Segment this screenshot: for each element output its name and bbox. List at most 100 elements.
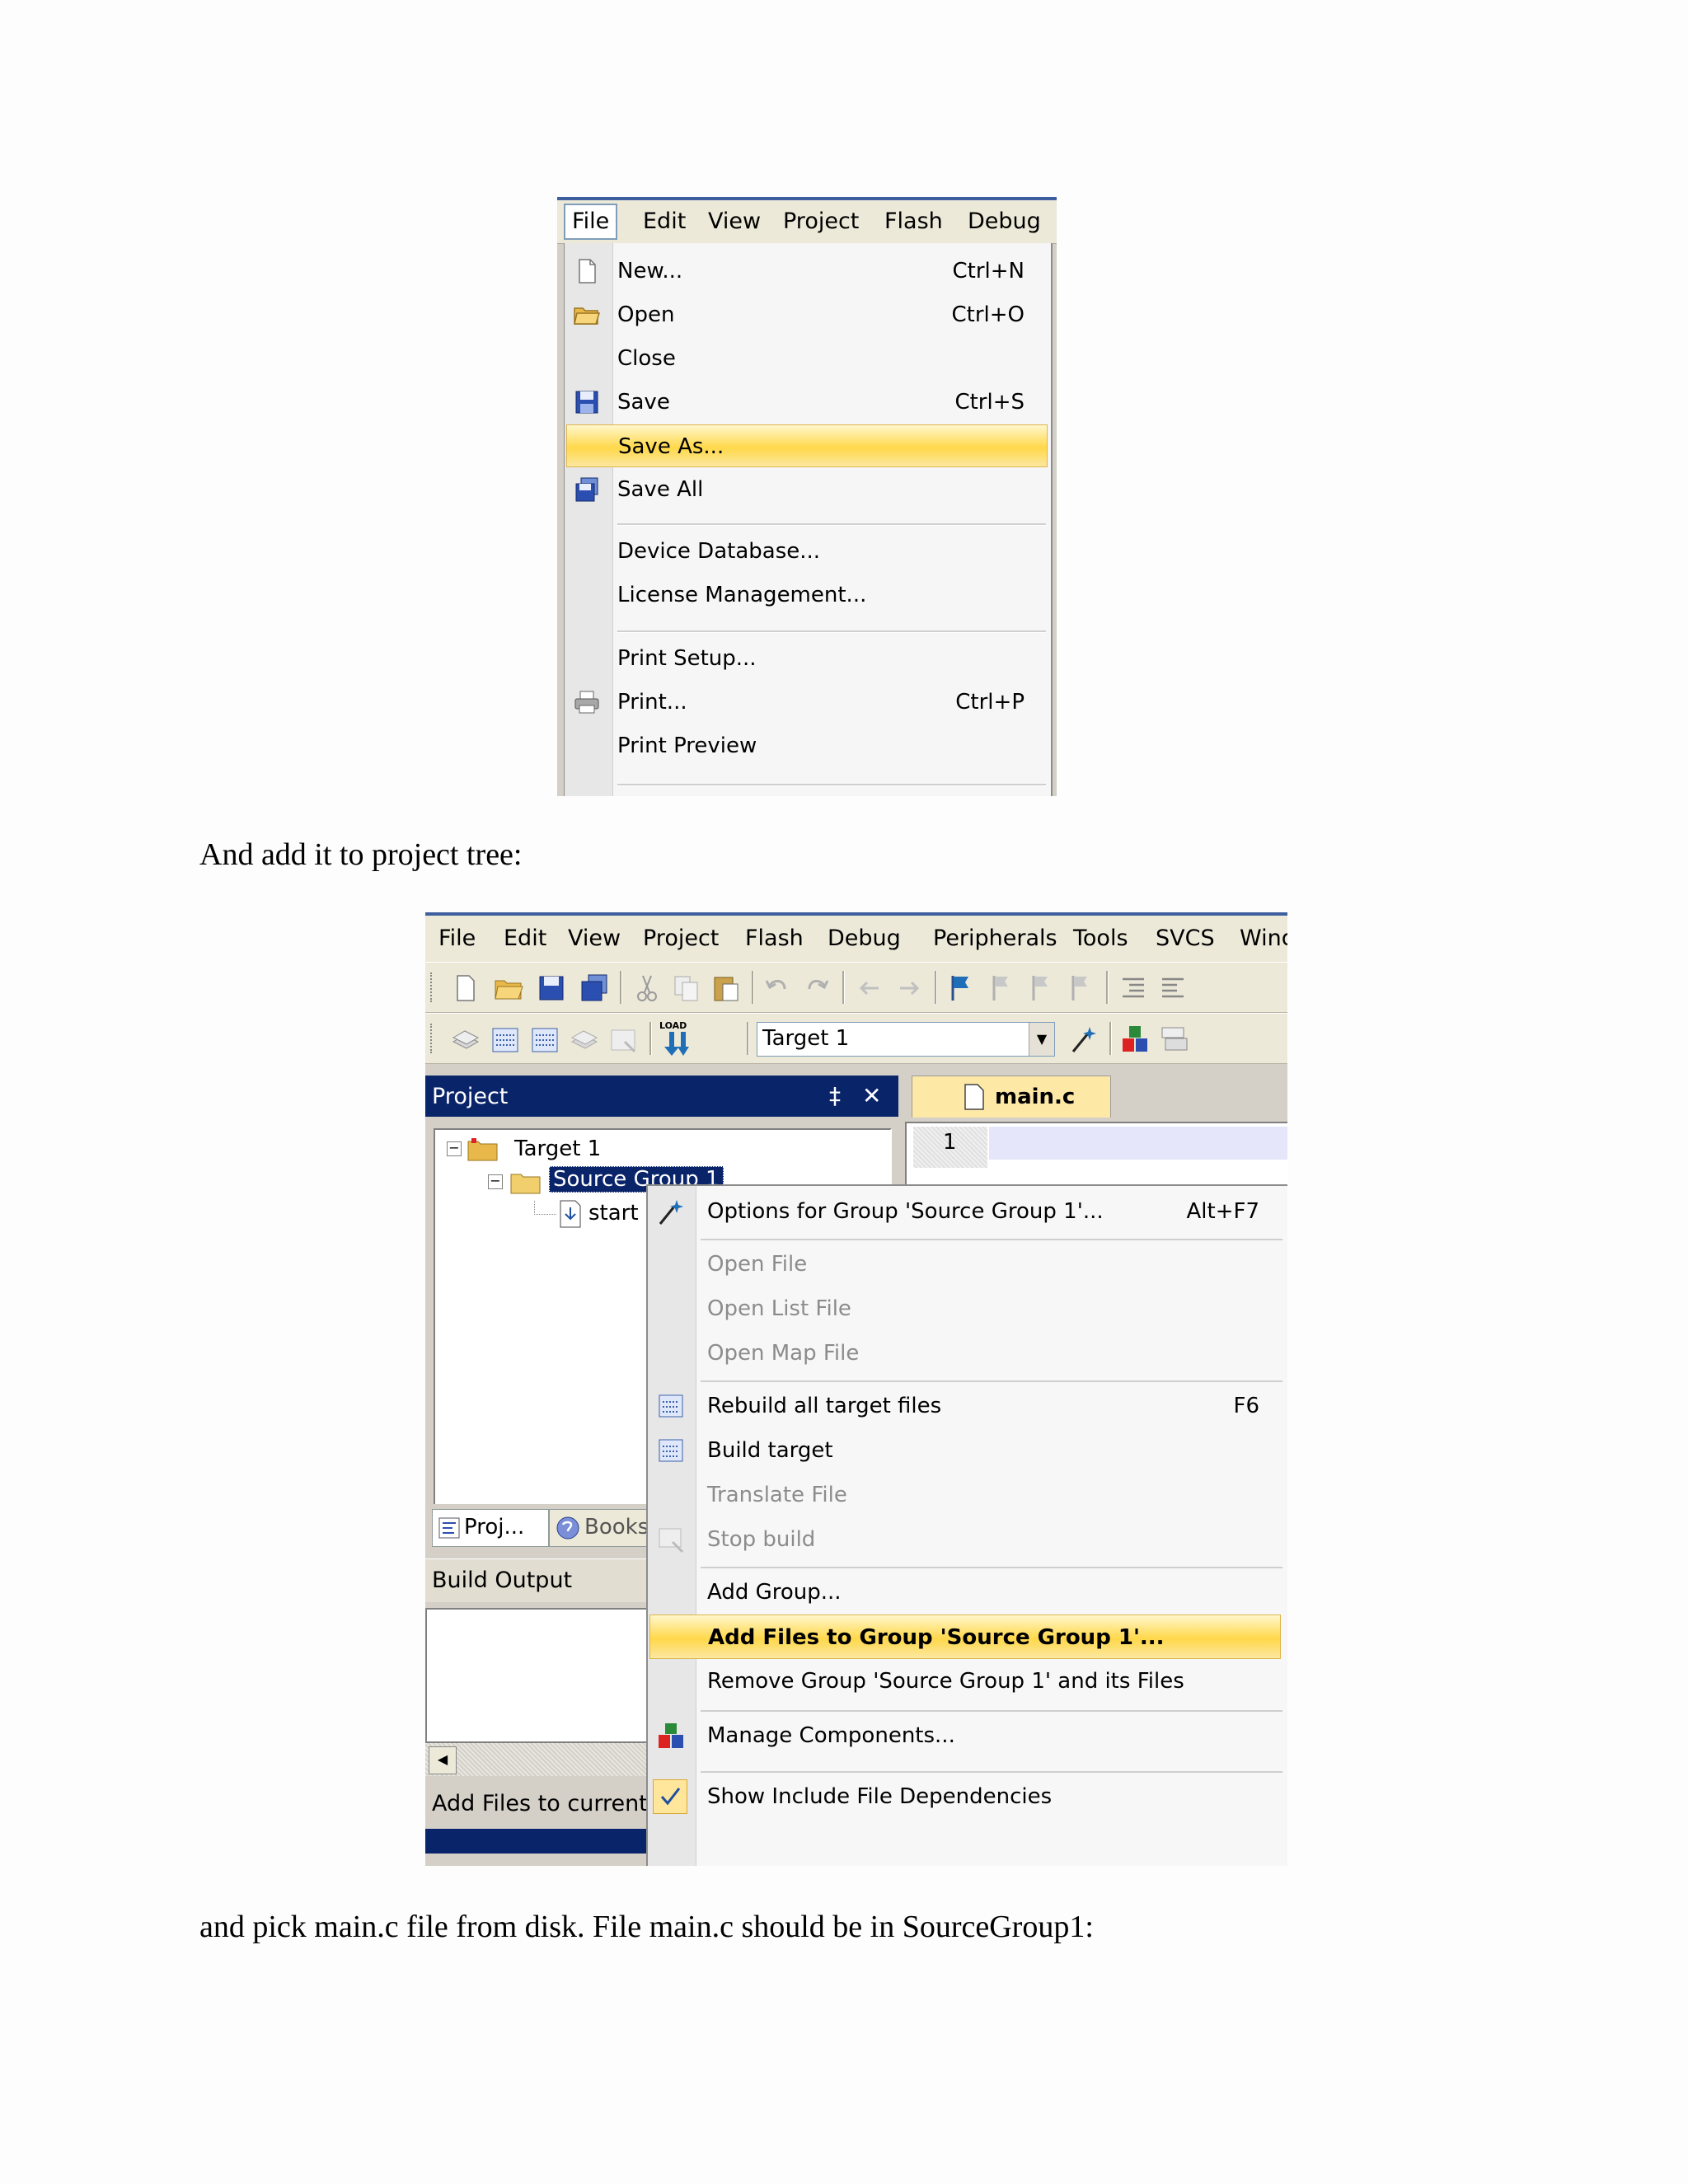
components-icon[interactable] — [1119, 1024, 1151, 1055]
bookmark-prev-icon[interactable] — [986, 972, 1017, 1004]
ctx-manage-components[interactable]: Manage Components... — [648, 1713, 1284, 1758]
menu-item-save[interactable]: Save Ctrl+S — [565, 381, 1049, 424]
menu-item-label: Open — [617, 302, 675, 327]
scroll-left-icon[interactable]: ◀ — [429, 1746, 457, 1774]
ctx-add-group[interactable]: Add Group... — [648, 1570, 1284, 1615]
source-file-icon — [560, 1200, 581, 1228]
navigate-back-icon[interactable] — [854, 972, 885, 1004]
ctx-rebuild-all[interactable]: Rebuild all target files F6 — [648, 1384, 1284, 1428]
menu-item-close[interactable]: Close — [565, 337, 1049, 380]
menu-peripherals[interactable]: Peripherals — [926, 922, 1064, 955]
navigate-forward-icon[interactable] — [893, 972, 925, 1004]
menu-svcs[interactable]: SVCS — [1149, 922, 1221, 955]
ctx-open-file[interactable]: Open File — [648, 1242, 1284, 1286]
menu-project[interactable]: Project — [636, 922, 725, 955]
menu-item-print-setup[interactable]: Print Setup... — [565, 637, 1049, 680]
tab-project[interactable]: Proj... — [432, 1509, 549, 1547]
rebuild-icon[interactable] — [529, 1024, 560, 1055]
file-dropdown-menu: New... Ctrl+N Open Ctrl+O Close Save Ctr… — [564, 243, 1053, 796]
menu-item-print-preview[interactable]: Print Preview — [565, 724, 1049, 767]
translate-icon[interactable] — [450, 1024, 481, 1055]
books-icon — [556, 1516, 579, 1540]
menu-item-label: Add Files to Group 'Source Group 1'... — [708, 1625, 1165, 1650]
ctx-remove-group[interactable]: Remove Group 'Source Group 1' and its Fi… — [648, 1659, 1284, 1704]
menu-item-save-all[interactable]: Save All — [565, 468, 1049, 511]
toolbar-grip[interactable] — [430, 1024, 435, 1053]
group-context-menu: Options for Group 'Source Group 1'... Al… — [646, 1184, 1287, 1866]
indent-icon[interactable] — [1118, 972, 1149, 1004]
menu-item-print[interactable]: Print... Ctrl+P — [565, 681, 1049, 724]
cut-icon[interactable] — [631, 972, 663, 1004]
open-folder-icon — [574, 307, 601, 325]
save-icon[interactable] — [536, 972, 567, 1004]
open-folder-icon[interactable] — [493, 972, 524, 1004]
menu-view[interactable]: View — [561, 922, 627, 955]
target-select[interactable]: Target 1 ▼ — [757, 1022, 1055, 1057]
bookmark-next-icon[interactable] — [1025, 972, 1057, 1004]
collapse-icon[interactable]: − — [488, 1174, 503, 1189]
menu-project[interactable]: Project — [776, 205, 865, 238]
toolbar-separator — [620, 971, 622, 1004]
toolbar-separator — [1106, 971, 1109, 1004]
batch-build-icon[interactable] — [569, 1024, 600, 1055]
new-document-icon — [579, 259, 596, 284]
download-button[interactable]: LOAD — [659, 1020, 696, 1058]
tree-item-file[interactable]: start — [588, 1201, 639, 1226]
ctx-open-list-file[interactable]: Open List File — [648, 1286, 1284, 1331]
toolbar-grip[interactable] — [430, 972, 435, 1002]
ctx-build-target[interactable]: Build target — [648, 1428, 1284, 1473]
menu-tools[interactable]: Tools — [1067, 922, 1135, 955]
menu-file[interactable]: File — [432, 922, 482, 955]
menu-view[interactable]: View — [701, 205, 767, 238]
menu-debug[interactable]: Debug — [961, 205, 1048, 238]
tab-main-c[interactable]: main.c — [912, 1076, 1111, 1118]
project-panel-title: Project — [432, 1084, 509, 1109]
save-all-icon[interactable] — [579, 972, 610, 1004]
redo-icon[interactable] — [801, 972, 832, 1004]
toolbar-separator — [1109, 1022, 1112, 1055]
menu-flash[interactable]: Flash — [738, 922, 810, 955]
menu-item-device-database[interactable]: Device Database... — [565, 530, 1049, 573]
menu-item-open[interactable]: Open Ctrl+O — [565, 293, 1049, 336]
status-text: Add Files to current P — [432, 1791, 668, 1816]
menu-edit[interactable]: Edit — [497, 922, 553, 955]
ctx-show-include-dependencies[interactable]: Show Include File Dependencies — [648, 1774, 1284, 1819]
ctx-add-files-to-group[interactable]: Add Files to Group 'Source Group 1'... — [649, 1615, 1281, 1659]
tab-label: Books — [584, 1515, 649, 1540]
chevron-down-icon[interactable]: ▼ — [1029, 1023, 1054, 1056]
build-icon[interactable] — [490, 1024, 521, 1055]
window-layout-icon[interactable] — [1159, 1024, 1190, 1055]
menu-edit[interactable]: Edit — [636, 205, 692, 238]
ctx-translate-file[interactable]: Translate File — [648, 1473, 1284, 1517]
magic-wand-icon[interactable] — [1068, 1024, 1100, 1055]
menu-file[interactable]: File — [564, 204, 618, 240]
menu-item-new[interactable]: New... Ctrl+N — [565, 250, 1049, 293]
paste-icon[interactable] — [710, 972, 742, 1004]
menu-item-shortcut: Alt+F7 — [1186, 1199, 1260, 1224]
menu-flash[interactable]: Flash — [878, 205, 950, 238]
ctx-open-map-file[interactable]: Open Map File — [648, 1331, 1284, 1376]
ctx-stop-build[interactable]: Stop build — [648, 1517, 1284, 1562]
menu-item-label: License Management... — [617, 583, 867, 607]
copy-icon[interactable] — [671, 972, 702, 1004]
bookmark-clear-icon[interactable] — [1065, 972, 1096, 1004]
editor-tab-label: main.c — [995, 1085, 1076, 1109]
menu-window[interactable]: Wind — [1233, 922, 1287, 955]
collapse-icon[interactable]: − — [447, 1141, 462, 1156]
menu-debug[interactable]: Debug — [821, 922, 907, 955]
undo-icon[interactable] — [762, 972, 793, 1004]
menu-item-label: Manage Components... — [707, 1723, 955, 1748]
unindent-icon[interactable] — [1157, 972, 1189, 1004]
menu-item-save-as[interactable]: Save As... — [566, 424, 1048, 467]
tree-item-target[interactable]: Target 1 — [514, 1137, 601, 1161]
new-file-icon[interactable] — [450, 972, 481, 1004]
stop-build-icon[interactable] — [608, 1024, 640, 1055]
menu-item-label: Options for Group 'Source Group 1'... — [707, 1199, 1104, 1224]
close-icon[interactable]: ✕ — [862, 1082, 881, 1109]
menu-item-license-management[interactable]: License Management... — [565, 574, 1049, 616]
bookmark-flag-icon[interactable] — [945, 972, 976, 1004]
menu-item-label: New... — [617, 259, 683, 284]
pin-icon[interactable]: ‡ — [829, 1082, 841, 1109]
load-label: LOAD — [659, 1020, 687, 1031]
ctx-options-for-group[interactable]: Options for Group 'Source Group 1'... Al… — [648, 1189, 1284, 1234]
